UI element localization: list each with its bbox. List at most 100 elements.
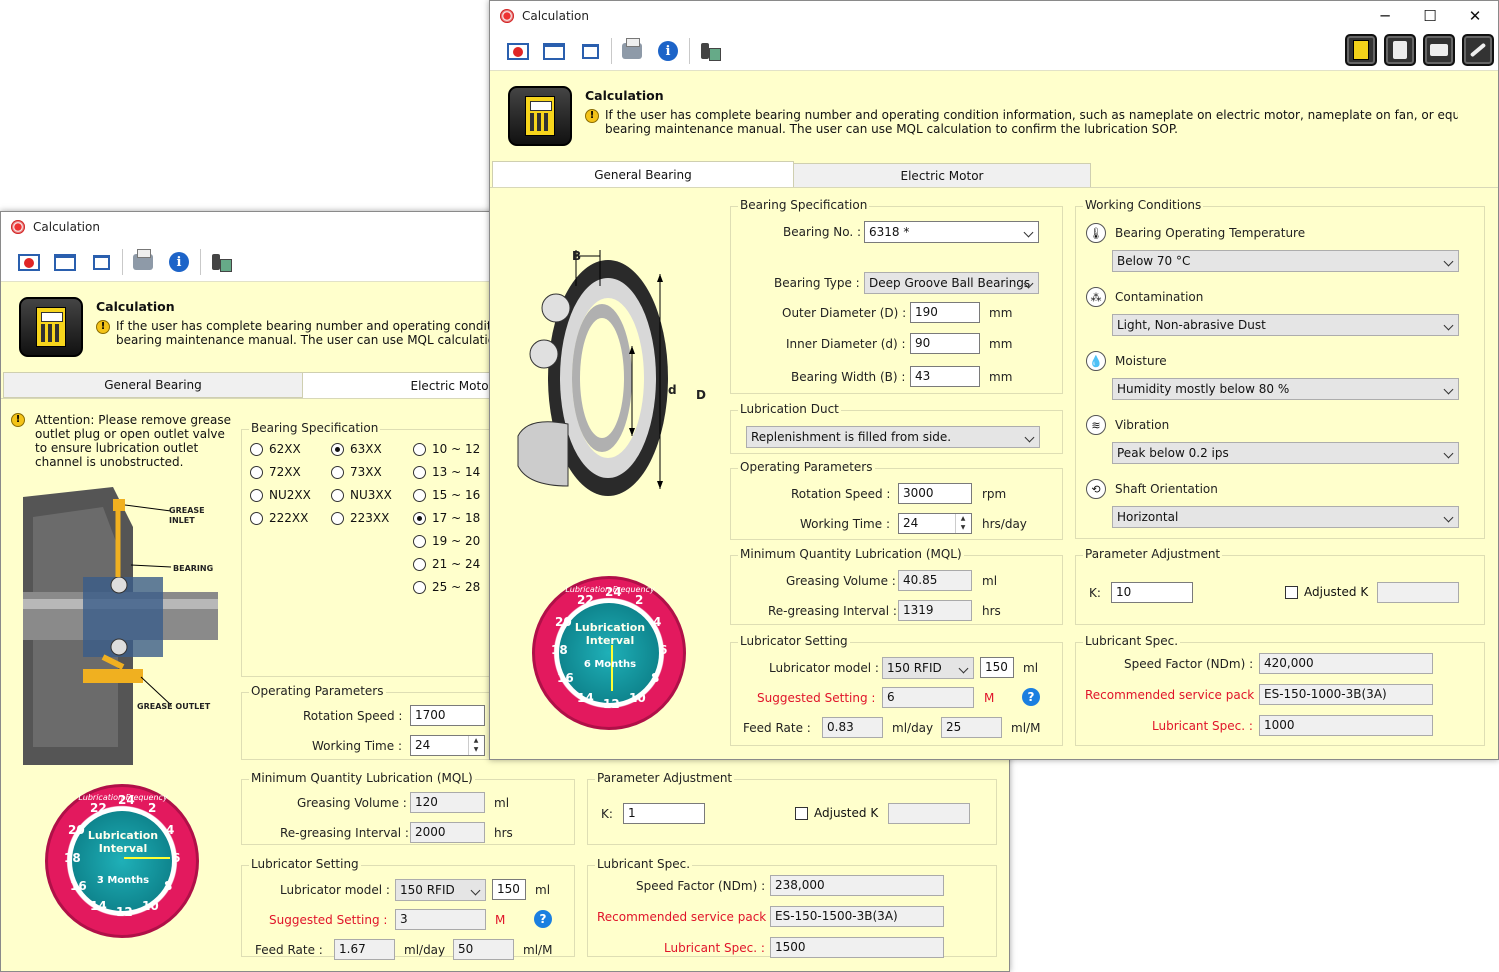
radio-223xx[interactable]: 223XX xyxy=(331,511,389,525)
shaft-orientation-icon: ⟲ xyxy=(1086,479,1106,499)
radio-range-17-18[interactable]: 17 ~ 18 xyxy=(413,511,480,525)
lubricator-model-select[interactable]: 150 RFID xyxy=(395,879,486,901)
help-icon[interactable]: ? xyxy=(1022,688,1040,706)
regreasing-interval-label: Re-greasing Interval : xyxy=(768,604,897,618)
bearing-no-label: Bearing No. : xyxy=(783,225,862,239)
suggested-setting-field: 3 xyxy=(395,909,486,930)
record-icon[interactable] xyxy=(506,40,530,62)
grease-gun-icon[interactable] xyxy=(1423,34,1455,66)
working-time-input[interactable]: 24 ▲ ▼ xyxy=(410,735,485,756)
lubrication-duct-select[interactable]: Replenishment is filled from side. xyxy=(746,426,1040,448)
app-logo-icon xyxy=(500,9,514,23)
radio-range-15-16[interactable]: 15 ~ 16 xyxy=(413,488,480,502)
info-icon[interactable]: i xyxy=(656,40,680,62)
service-pack-label: Recommended service pack : xyxy=(1085,688,1263,702)
working-time-input[interactable]: 24 ▲ ▼ xyxy=(898,513,972,534)
adjusted-k-checkbox[interactable]: Adjusted K xyxy=(795,806,878,820)
greasing-volume-field: 120 xyxy=(410,792,485,813)
lubricator-capacity-input[interactable]: 150 xyxy=(492,879,526,900)
tab-general-bearing[interactable]: General Bearing xyxy=(492,161,794,187)
radio-62xx[interactable]: 62XX xyxy=(250,442,301,456)
lubricator-model-select[interactable]: 150 RFID xyxy=(882,657,974,679)
interval-unit: hrs xyxy=(982,604,1001,618)
calculator-icon xyxy=(19,297,83,357)
radio-73xx[interactable]: 73XX xyxy=(331,465,382,479)
outer-diameter-label: Outer Diameter (D) : xyxy=(782,306,907,320)
shaft-orientation-select[interactable]: Horizontal xyxy=(1112,506,1459,528)
inner-diameter-input[interactable]: 90 xyxy=(910,333,980,354)
radio-222xx[interactable]: 222XX xyxy=(250,511,308,525)
inner-diameter-label: Inner Diameter (d) : xyxy=(786,337,906,351)
feed-rate-field: 1.67 xyxy=(334,939,395,960)
speed-factor-label: Speed Factor (NDm) : xyxy=(1124,657,1254,671)
lubricator-capacity-input[interactable]: 150 xyxy=(980,657,1014,678)
device-icon[interactable] xyxy=(209,251,233,273)
radio-nu2xx[interactable]: NU2XX xyxy=(250,488,311,502)
capacity-unit: ml xyxy=(1023,661,1039,675)
small-window-icon[interactable] xyxy=(578,40,602,62)
calculator-mode-icon[interactable] xyxy=(1345,34,1377,66)
suggested-setting-label: Suggested Setting : xyxy=(757,691,876,705)
small-window-icon[interactable] xyxy=(89,251,113,273)
header-title: Calculation xyxy=(96,299,175,314)
radio-nu3xx[interactable]: NU3XX xyxy=(331,488,392,502)
record-icon[interactable] xyxy=(17,251,41,273)
vibration-icon: ≋ xyxy=(1086,415,1106,435)
radio-range-13-14[interactable]: 13 ~ 14 xyxy=(413,465,480,479)
dial-title: Lubrication Interval xyxy=(87,829,159,855)
vibration-select[interactable]: Peak below 0.2 ips xyxy=(1112,442,1459,464)
suggested-unit: M xyxy=(495,913,506,927)
radio-63xx[interactable]: 63XX xyxy=(331,442,382,456)
tab-general-bearing[interactable]: General Bearing xyxy=(3,372,303,398)
lock-mode-icon[interactable] xyxy=(1384,34,1416,66)
print-icon[interactable] xyxy=(131,249,155,273)
moisture-select[interactable]: Humidity mostly below 80 % xyxy=(1112,378,1459,400)
adjusted-k-field[interactable] xyxy=(888,803,970,824)
radio-72xx[interactable]: 72XX xyxy=(250,465,301,479)
rotation-speed-input[interactable]: 1700 xyxy=(410,705,485,726)
attention-text: Attention: Please remove grease outlet p… xyxy=(35,413,232,469)
bearing-type-select[interactable]: Deep Groove Ball Bearings xyxy=(864,272,1039,294)
lubricator-model-label: Lubricator model : xyxy=(769,661,879,675)
radio-range-10-12[interactable]: 10 ~ 12 xyxy=(413,442,480,456)
dial-title: Lubrication Interval xyxy=(574,621,646,647)
info-icon[interactable]: i xyxy=(167,251,191,273)
radio-range-25-28[interactable]: 25 ~ 28 xyxy=(413,580,480,594)
suggested-setting-label: Suggested Setting : xyxy=(269,913,388,927)
bearing-no-select[interactable]: 6318 * xyxy=(864,221,1039,243)
print-icon[interactable] xyxy=(620,38,644,62)
maximize-button[interactable]: ☐ xyxy=(1407,1,1453,31)
contamination-select[interactable]: Light, Non-abrasive Dust xyxy=(1112,314,1459,336)
tab-electric-motor[interactable]: Electric Motor xyxy=(793,163,1091,189)
outer-diameter-input[interactable]: 190 xyxy=(910,302,980,323)
rotation-speed-input[interactable]: 3000 xyxy=(898,483,972,504)
title-bar[interactable]: Calculation xyxy=(490,1,1498,31)
temperature-select[interactable]: Below 70 °C xyxy=(1112,250,1459,272)
window-icon[interactable] xyxy=(542,40,566,62)
adjusted-k-checkbox[interactable]: Adjusted K xyxy=(1285,585,1368,599)
suggested-unit: M xyxy=(984,691,995,705)
window-icon[interactable] xyxy=(53,251,77,273)
radio-range-19-20[interactable]: 19 ~ 20 xyxy=(413,534,480,548)
greasing-volume-field: 40.85 xyxy=(898,570,972,591)
working-time-label: Working Time : xyxy=(312,739,402,753)
k-input[interactable]: 1 xyxy=(623,803,705,824)
radio-range-21-24[interactable]: 21 ~ 24 xyxy=(413,557,480,571)
lubricant-spec-field: 1000 xyxy=(1259,715,1433,736)
interval-unit: hrs xyxy=(494,826,513,840)
app-logo-icon xyxy=(11,220,25,234)
lubricator-model-label: Lubricator model : xyxy=(280,883,390,897)
tools-icon[interactable] xyxy=(1462,34,1494,66)
close-button[interactable]: ✕ xyxy=(1452,1,1498,31)
adjusted-k-field[interactable] xyxy=(1377,582,1459,603)
service-pack-label: Recommended service pack : xyxy=(597,910,775,924)
feed-rate-label: Feed Rate : xyxy=(255,943,323,957)
header-description: If the user has complete bearing number … xyxy=(605,108,1458,136)
bearing-width-input[interactable]: 43 xyxy=(910,366,980,387)
lubricant-spec-label: Lubricant Spec. : xyxy=(664,941,765,955)
k-input[interactable]: 10 xyxy=(1111,582,1193,603)
device-icon[interactable] xyxy=(698,40,722,62)
minimize-button[interactable]: ─ xyxy=(1362,1,1408,31)
help-icon[interactable]: ? xyxy=(534,910,552,928)
window-title: Calculation xyxy=(33,220,100,234)
